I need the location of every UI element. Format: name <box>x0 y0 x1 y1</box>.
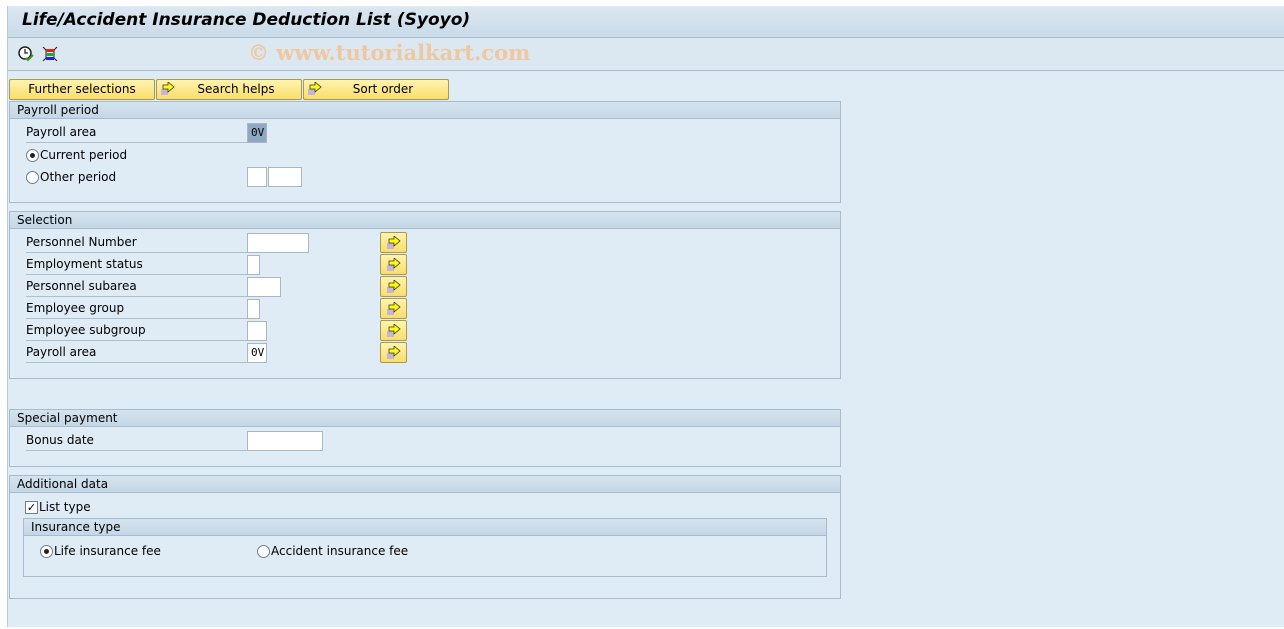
arrow-right-icon <box>161 82 175 95</box>
multiple-selection-button[interactable] <box>380 342 407 363</box>
group-header: Special payment <box>10 410 840 427</box>
multiple-selection-button[interactable] <box>380 254 407 275</box>
sort-order-button[interactable]: Sort order <box>303 79 449 100</box>
personnel-number-input[interactable] <box>247 233 309 253</box>
selection-variants-icon[interactable] <box>41 45 59 63</box>
watermark: © www.tutorialkart.com <box>248 40 531 65</box>
employment-status-label: Employment status <box>26 255 247 275</box>
group-header: Additional data <box>10 476 840 493</box>
button-label: Sort order <box>352 82 414 96</box>
multiple-selection-button[interactable] <box>380 276 407 297</box>
payroll-area-input[interactable]: 0V <box>247 123 267 143</box>
search-helps-button[interactable]: Search helps <box>156 79 302 100</box>
employee-group-input[interactable] <box>247 299 260 319</box>
accident-insurance-label: Accident insurance fee <box>271 544 409 558</box>
list-type-checkbox[interactable]: ✓ <box>25 501 38 514</box>
employee-group-label: Employee group <box>26 299 247 319</box>
life-insurance-label: Life insurance fee <box>54 544 161 558</box>
execute-clock-icon[interactable] <box>17 45 35 63</box>
personnel-subarea-label: Personnel subarea <box>26 277 247 297</box>
arrow-right-icon <box>387 280 401 293</box>
toolbar <box>8 38 1284 71</box>
employment-status-input[interactable] <box>247 255 260 275</box>
arrow-right-icon <box>387 302 401 315</box>
arrow-right-icon <box>387 324 401 337</box>
employee-subgroup-input[interactable] <box>247 321 267 341</box>
list-type-label: List type <box>39 500 91 514</box>
bonus-date-label: Bonus date <box>26 431 247 451</box>
life-insurance-radio[interactable] <box>40 545 53 558</box>
button-label: Further selections <box>28 82 136 96</box>
employee-subgroup-label: Employee subgroup <box>26 321 247 341</box>
payroll-area-label: Payroll area <box>26 123 247 143</box>
multiple-selection-button[interactable] <box>380 232 407 253</box>
bonus-date-input[interactable] <box>247 431 323 451</box>
arrow-right-icon <box>387 258 401 271</box>
payroll-area-input[interactable]: 0V <box>247 343 267 363</box>
other-period-year-input[interactable] <box>268 167 302 187</box>
current-period-label: Current period <box>40 148 128 162</box>
payroll-area-label: Payroll area <box>26 343 247 363</box>
further-selections-button[interactable]: Further selections <box>9 79 155 100</box>
arrow-right-icon <box>308 82 322 95</box>
group-header: Payroll period <box>10 102 840 119</box>
group-header: Selection <box>10 212 840 229</box>
button-label: Search helps <box>197 82 275 96</box>
personnel-subarea-input[interactable] <box>247 277 281 297</box>
arrow-right-icon <box>387 346 401 359</box>
other-period-label: Other period <box>40 170 117 184</box>
multiple-selection-button[interactable] <box>380 298 407 319</box>
payroll-period-group: Payroll period <box>9 101 841 203</box>
multiple-selection-button[interactable] <box>380 320 407 341</box>
arrow-right-icon <box>387 236 401 249</box>
personnel-number-label: Personnel Number <box>26 233 247 253</box>
other-period-radio[interactable] <box>26 171 39 184</box>
group-header: Insurance type <box>24 519 826 536</box>
accident-insurance-radio[interactable] <box>257 545 270 558</box>
other-period-number-input[interactable] <box>247 167 267 187</box>
page-title: Life/Accident Insurance Deduction List (… <box>22 10 471 30</box>
current-period-radio[interactable] <box>26 149 39 162</box>
